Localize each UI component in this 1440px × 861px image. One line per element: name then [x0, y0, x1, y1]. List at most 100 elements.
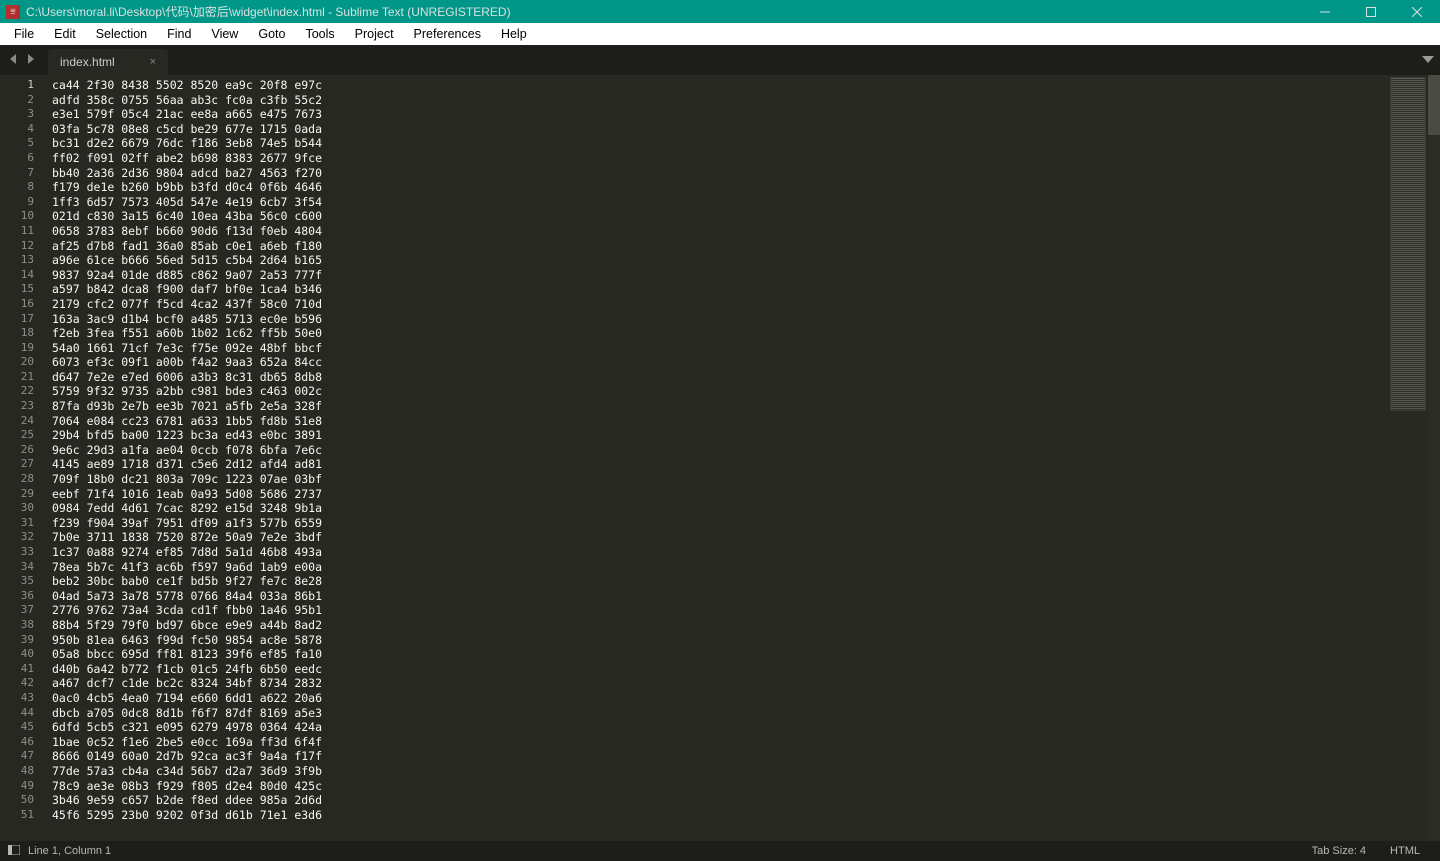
- line-number: 50: [0, 793, 34, 808]
- line-number: 18: [0, 326, 34, 341]
- line-number: 32: [0, 530, 34, 545]
- menu-goto[interactable]: Goto: [248, 25, 295, 43]
- line-number: 29: [0, 487, 34, 502]
- code-editor[interactable]: ca44 2f30 8438 5502 8520 ea9c 20f8 e97c a…: [42, 75, 1440, 841]
- line-number: 33: [0, 545, 34, 560]
- nav-back-icon[interactable]: [6, 51, 22, 69]
- line-number: 40: [0, 647, 34, 662]
- editor-area: 1234567891011121314151617181920212223242…: [0, 75, 1440, 841]
- code-line: bc31 d2e2 6679 76dc f186 3eb8 74e5 b544: [52, 136, 1440, 151]
- line-number: 41: [0, 662, 34, 677]
- line-number-gutter: 1234567891011121314151617181920212223242…: [0, 75, 42, 841]
- status-cursor-position[interactable]: Line 1, Column 1: [28, 845, 111, 857]
- code-line: dbcb a705 0dc8 8d1b f6f7 87df 8169 a5e3: [52, 706, 1440, 721]
- code-line: 0984 7edd 4d61 7cac 8292 e15d 3248 9b1a: [52, 501, 1440, 516]
- code-line: beb2 30bc bab0 ce1f bd5b 9f27 fe7c 8e28: [52, 574, 1440, 589]
- line-number: 44: [0, 706, 34, 721]
- menu-find[interactable]: Find: [157, 25, 201, 43]
- line-number: 51: [0, 808, 34, 823]
- line-number: 42: [0, 676, 34, 691]
- sidebar-toggle-icon[interactable]: [8, 845, 20, 858]
- code-line: 5759 9f32 9735 a2bb c981 bde3 c463 002c: [52, 384, 1440, 399]
- line-number: 34: [0, 560, 34, 575]
- tab-label: index.html: [60, 55, 132, 69]
- code-line: 04ad 5a73 3a78 5778 0766 84a4 033a 86b1: [52, 589, 1440, 604]
- line-number: 2: [0, 93, 34, 108]
- code-line: f179 de1e b260 b9bb b3fd d0c4 0f6b 4646: [52, 180, 1440, 195]
- tab-close-icon[interactable]: ×: [132, 56, 156, 68]
- code-line: 9837 92a4 01de d885 c862 9a07 2a53 777f: [52, 268, 1440, 283]
- line-number: 13: [0, 253, 34, 268]
- line-number: 1: [0, 78, 34, 93]
- code-line: 87fa d93b 2e7b ee3b 7021 a5fb 2e5a 328f: [52, 399, 1440, 414]
- code-line: a96e 61ce b666 56ed 5d15 c5b4 2d64 b165: [52, 253, 1440, 268]
- line-number: 14: [0, 268, 34, 283]
- tab-bar: index.html ×: [0, 45, 1440, 75]
- code-line: 163a 3ac9 d1b4 bcf0 a485 5713 ec0e b596: [52, 312, 1440, 327]
- nav-forward-icon[interactable]: [22, 51, 38, 69]
- code-line: 78c9 ae3e 08b3 f929 f805 d2e4 80d0 425c: [52, 779, 1440, 794]
- code-line: af25 d7b8 fad1 36a0 85ab c0e1 a6eb f180: [52, 239, 1440, 254]
- line-number: 4: [0, 122, 34, 137]
- tab-index-html[interactable]: index.html ×: [48, 49, 168, 75]
- minimap[interactable]: [1390, 77, 1426, 411]
- code-line: 54a0 1661 71cf 7e3c f75e 092e 48bf bbcf: [52, 341, 1440, 356]
- code-line: 1c37 0a88 9274 ef85 7d8d 5a1d 46b8 493a: [52, 545, 1440, 560]
- line-number: 19: [0, 341, 34, 356]
- scrollbar-thumb[interactable]: [1428, 75, 1440, 135]
- code-line: 9e6c 29d3 a1fa ae04 0ccb f078 6bfa 7e6c: [52, 443, 1440, 458]
- code-line: 021d c830 3a15 6c40 10ea 43ba 56c0 c600: [52, 209, 1440, 224]
- code-line: ca44 2f30 8438 5502 8520 ea9c 20f8 e97c: [52, 78, 1440, 93]
- line-number: 9: [0, 195, 34, 210]
- code-line: 0ac0 4cb5 4ea0 7194 e660 6dd1 a622 20a6: [52, 691, 1440, 706]
- code-line: 1bae 0c52 f1e6 2be5 e0cc 169a ff3d 6f4f: [52, 735, 1440, 750]
- code-line: d647 7e2e e7ed 6006 a3b3 8c31 db65 8db8: [52, 370, 1440, 385]
- code-line: bb40 2a36 2d36 9804 adcd ba27 4563 f270: [52, 166, 1440, 181]
- line-number: 46: [0, 735, 34, 750]
- line-number: 39: [0, 633, 34, 648]
- code-line: 7b0e 3711 1838 7520 872e 50a9 7e2e 3bdf: [52, 530, 1440, 545]
- line-number: 49: [0, 779, 34, 794]
- close-button[interactable]: [1394, 0, 1440, 23]
- status-syntax[interactable]: HTML: [1390, 845, 1420, 857]
- line-number: 22: [0, 384, 34, 399]
- line-number: 47: [0, 749, 34, 764]
- code-line: 4145 ae89 1718 d371 c5e6 2d12 afd4 ad81: [52, 457, 1440, 472]
- menu-edit[interactable]: Edit: [44, 25, 86, 43]
- maximize-button[interactable]: [1348, 0, 1394, 23]
- tab-overflow-icon[interactable]: [1422, 51, 1434, 69]
- vertical-scrollbar[interactable]: [1428, 75, 1440, 841]
- line-number: 8: [0, 180, 34, 195]
- line-number: 12: [0, 239, 34, 254]
- code-line: a597 b842 dca8 f900 daf7 bf0e 1ca4 b346: [52, 282, 1440, 297]
- code-line: 45f6 5295 23b0 9202 0f3d d61b 71e1 e3d6: [52, 808, 1440, 823]
- menu-view[interactable]: View: [201, 25, 248, 43]
- line-number: 23: [0, 399, 34, 414]
- window-titlebar: ⩸ C:\Users\moral.li\Desktop\代码\加密后\widge…: [0, 0, 1440, 23]
- menu-selection[interactable]: Selection: [86, 25, 157, 43]
- menu-file[interactable]: File: [4, 25, 44, 43]
- code-line: 03fa 5c78 08e8 c5cd be29 677e 1715 0ada: [52, 122, 1440, 137]
- code-line: 8666 0149 60a0 2d7b 92ca ac3f 9a4a f17f: [52, 749, 1440, 764]
- line-number: 37: [0, 603, 34, 618]
- line-number: 48: [0, 764, 34, 779]
- menu-help[interactable]: Help: [491, 25, 537, 43]
- menu-tools[interactable]: Tools: [295, 25, 344, 43]
- code-line: eebf 71f4 1016 1eab 0a93 5d08 5686 2737: [52, 487, 1440, 502]
- menu-project[interactable]: Project: [345, 25, 404, 43]
- line-number: 45: [0, 720, 34, 735]
- line-number: 27: [0, 457, 34, 472]
- line-number: 15: [0, 282, 34, 297]
- code-line: 05a8 bbcc 695d ff81 8123 39f6 ef85 fa10: [52, 647, 1440, 662]
- app-icon: ⩸: [6, 5, 20, 19]
- status-bar: Line 1, Column 1 Tab Size: 4 HTML: [0, 841, 1440, 861]
- status-tab-size[interactable]: Tab Size: 4: [1312, 845, 1366, 857]
- code-line: 1ff3 6d57 7573 405d 547e 4e19 6cb7 3f54: [52, 195, 1440, 210]
- minimize-button[interactable]: [1302, 0, 1348, 23]
- line-number: 38: [0, 618, 34, 633]
- menu-preferences[interactable]: Preferences: [404, 25, 491, 43]
- code-line: 2179 cfc2 077f f5cd 4ca2 437f 58c0 710d: [52, 297, 1440, 312]
- code-line: 29b4 bfd5 ba00 1223 bc3a ed43 e0bc 3891: [52, 428, 1440, 443]
- tab-history-nav: [0, 45, 44, 75]
- line-number: 5: [0, 136, 34, 151]
